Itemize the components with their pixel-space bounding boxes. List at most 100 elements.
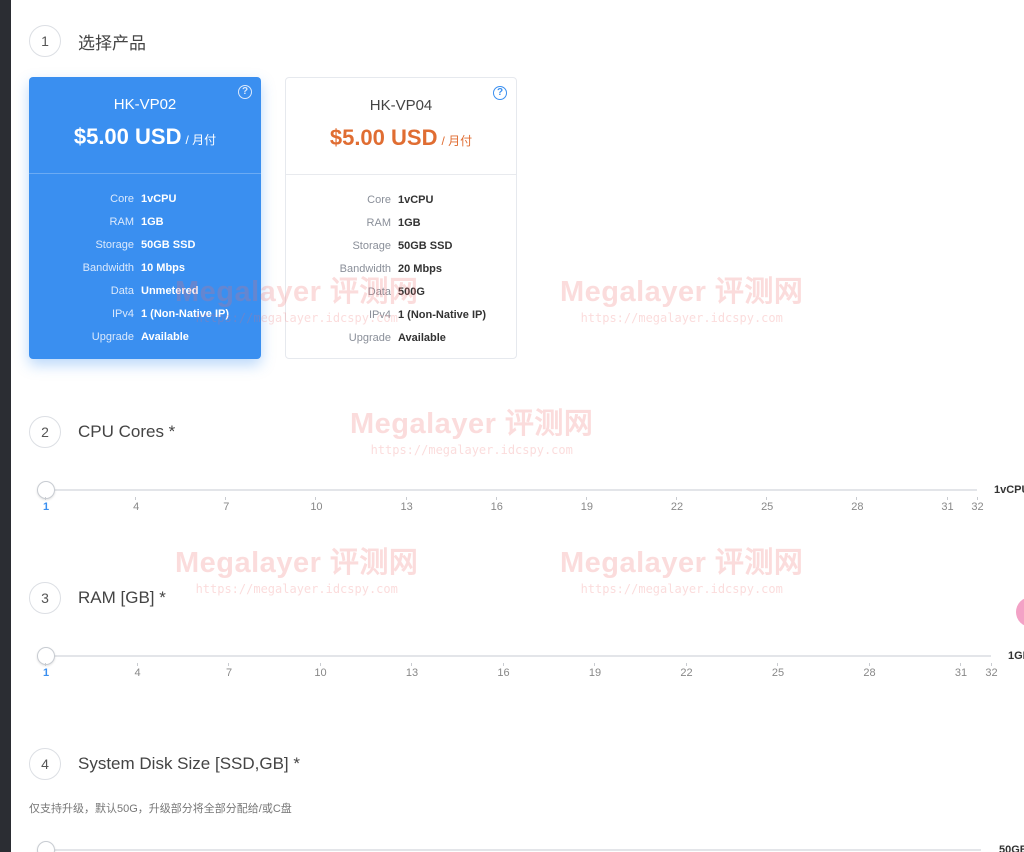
slider-tick-label[interactable]: 13 — [402, 663, 422, 679]
slider-value-readout: 1GB — [1008, 650, 1024, 662]
spec-list: Core 1vCPU RAM 1GB Storage 50GB SSD Bandwid… — [286, 188, 516, 349]
spec-row: IPv4 1 (Non-Native IP) — [286, 303, 516, 326]
spec-value: 1vCPU — [398, 193, 434, 206]
spec-value: 500G — [398, 285, 425, 298]
spec-value: Unmetered — [141, 284, 199, 297]
spec-label: Bandwidth — [339, 262, 391, 275]
slider-tick-label[interactable]: 32 — [968, 497, 988, 513]
step-title: System Disk Size [SSD,GB] * — [78, 754, 300, 773]
spec-value: 1 (Non-Native IP) — [141, 307, 230, 320]
spec-row: Upgrade Available — [29, 325, 261, 348]
step-title: CPU Cores * — [78, 422, 176, 441]
spec-list: Core 1vCPU RAM 1GB Storage 50GB SSD Bandwid… — [29, 187, 261, 348]
slider-tick-label[interactable]: 22 — [677, 663, 697, 679]
spec-row: Data 500G — [286, 280, 516, 303]
slider-tick-label[interactable]: 25 — [768, 663, 788, 679]
product-price: $5.00 USD / 月付 — [29, 124, 261, 150]
price-amount: $5.00 USD — [73, 124, 182, 149]
slider-tick-label[interactable]: 32 — [982, 663, 1002, 679]
slider-tick-label[interactable]: 19 — [577, 497, 597, 513]
slider-tick-label[interactable]: 25 — [757, 497, 777, 513]
spec-label: Data — [367, 285, 391, 298]
step-3-header: 3 RAM [GB] * — [29, 582, 166, 614]
spec-value: 1vCPU — [141, 192, 177, 205]
spec-value: 1GB — [141, 215, 164, 228]
spec-row: Core 1vCPU — [286, 188, 516, 211]
spec-value: 20 Mbps — [398, 262, 443, 275]
watermark: Megalayer 评测网 https://megalayer.idcspy.co… — [350, 408, 594, 457]
slider-track[interactable] — [37, 849, 981, 851]
product-price: $5.00 USD / 月付 — [286, 125, 516, 151]
product-card-hk-vp04[interactable]: ? HK-VP04 $5.00 USD / 月付 Core 1vCPU RAM 1GB… — [285, 77, 517, 359]
spec-label: Upgrade — [348, 331, 391, 344]
slider-tick-label[interactable]: 7 — [219, 663, 239, 679]
slider-track[interactable] — [37, 655, 991, 657]
slider-tick-label[interactable]: 4 — [126, 497, 146, 513]
price-amount: $5.00 USD — [329, 125, 438, 150]
slider-tick-label[interactable]: 31 — [951, 663, 971, 679]
spec-value: 10 Mbps — [141, 261, 186, 274]
spec-value: 1GB — [398, 216, 421, 229]
slider-tick-label[interactable]: 1 — [36, 663, 56, 679]
spec-label: RAM — [366, 216, 391, 229]
slider-value-readout: 1vCPU — [994, 484, 1024, 496]
step-1-header: 1 选择产品 — [29, 25, 146, 57]
card-divider — [29, 173, 261, 174]
spec-row: Upgrade Available — [286, 326, 516, 349]
step-number: 4 — [29, 748, 61, 780]
spec-row: RAM 1GB — [286, 211, 516, 234]
slider-tick-label[interactable]: 31 — [938, 497, 958, 513]
step-title: 选择产品 — [78, 33, 146, 53]
slider-handle[interactable] — [37, 481, 55, 499]
spec-row: Bandwidth 20 Mbps — [286, 257, 516, 280]
spec-label: Core — [110, 192, 134, 205]
floating-chat-button[interactable] — [1016, 597, 1024, 627]
slider-tick-label[interactable]: 16 — [487, 497, 507, 513]
spec-label: Data — [110, 284, 134, 297]
step-4-header: 4 System Disk Size [SSD,GB] * — [29, 748, 300, 780]
step-number: 2 — [29, 416, 61, 448]
spec-label: Bandwidth — [82, 261, 134, 274]
product-card-hk-vp02[interactable]: ? HK-VP02 $5.00 USD / 月付 Core 1vCPU RAM 1GB… — [29, 77, 261, 359]
slider-tick-label[interactable]: 22 — [667, 497, 687, 513]
slider-tick-label[interactable]: 13 — [397, 497, 417, 513]
slider-tick-label[interactable]: 16 — [494, 663, 514, 679]
spec-label: Storage — [352, 239, 391, 252]
spec-label: Core — [367, 193, 391, 206]
disk-size-note: 仅支持升级，默认50G，升级部分将全部分配给/或C盘 — [29, 803, 292, 815]
slider-tick-label[interactable]: 10 — [306, 497, 326, 513]
slider-handle[interactable] — [37, 841, 55, 852]
spec-row: RAM 1GB — [29, 210, 261, 233]
slider-tick-label[interactable]: 19 — [585, 663, 605, 679]
slider-tick-label[interactable]: 10 — [311, 663, 331, 679]
watermark: Megalayer 评测网 https://megalayer.idcspy.co… — [175, 547, 419, 596]
spec-label: IPv4 — [111, 307, 134, 320]
product-name: HK-VP02 — [113, 96, 177, 113]
slider-track[interactable] — [37, 489, 977, 491]
slider-handle[interactable] — [37, 647, 55, 665]
spec-row: Data Unmetered — [29, 279, 261, 302]
slider-tick-label[interactable]: 28 — [847, 497, 867, 513]
step-2-header: 2 CPU Cores * — [29, 416, 175, 448]
spec-value: Available — [141, 330, 189, 343]
slider-tick-label[interactable]: 7 — [216, 497, 236, 513]
slider-tick-label[interactable]: 1 — [36, 497, 56, 513]
spec-row: Storage 50GB SSD — [286, 234, 516, 257]
left-sidebar-edge — [0, 0, 11, 852]
slider-tick-label[interactable]: 4 — [128, 663, 148, 679]
spec-label: IPv4 — [368, 308, 391, 321]
product-name: HK-VP04 — [369, 97, 433, 114]
spec-row: IPv4 1 (Non-Native IP) — [29, 302, 261, 325]
watermark: Megalayer 评测网 https://megalayer.idcspy.co… — [560, 276, 804, 325]
watermark: Megalayer 评测网 https://megalayer.idcspy.co… — [560, 547, 804, 596]
price-period: / 月付 — [441, 134, 473, 148]
spec-value: 50GB SSD — [398, 239, 453, 252]
spec-value: Available — [398, 331, 446, 344]
card-divider — [286, 174, 516, 175]
spec-row: Storage 50GB SSD — [29, 233, 261, 256]
slider-tick-label[interactable]: 28 — [860, 663, 880, 679]
spec-label: Storage — [95, 238, 134, 251]
spec-label: RAM — [109, 215, 134, 228]
spec-row: Bandwidth 10 Mbps — [29, 256, 261, 279]
spec-row: Core 1vCPU — [29, 187, 261, 210]
